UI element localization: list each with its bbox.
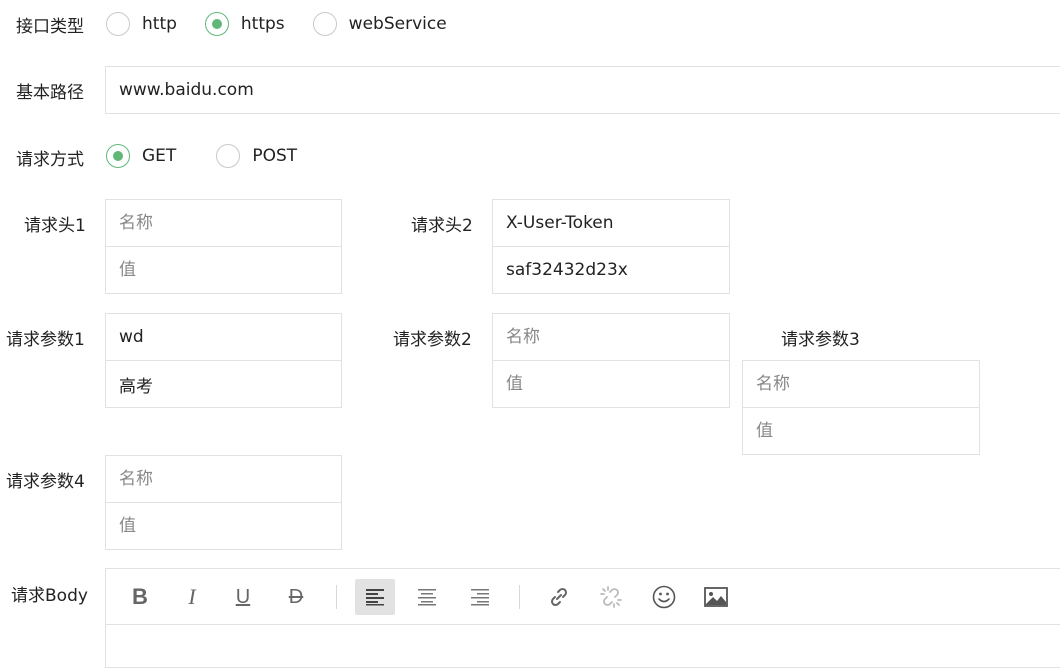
base-path-label: 基本路径 [16, 83, 84, 103]
radio-get[interactable]: GET [106, 144, 176, 168]
param2-name-input[interactable] [492, 313, 730, 361]
header2-name-input[interactable] [492, 199, 730, 247]
param4-name-input[interactable] [105, 455, 342, 503]
body-label: 请求Body [11, 586, 88, 606]
header1-name-input[interactable] [105, 199, 342, 247]
radio-label-webservice: webService [348, 14, 447, 34]
bold-icon[interactable]: B [120, 579, 160, 615]
radio-https[interactable]: https [204, 12, 285, 36]
radio-label-https: https [240, 14, 285, 34]
link-icon[interactable] [539, 579, 579, 615]
unlink-icon[interactable] [591, 579, 631, 615]
align-center-icon[interactable] [407, 579, 447, 615]
radio-circle[interactable] [312, 12, 337, 36]
header1-label: 请求头1 [24, 216, 86, 236]
interface-type-group: http https webService [106, 10, 475, 38]
param2-label: 请求参数2 [393, 330, 472, 350]
radio-post[interactable]: POST [216, 144, 297, 168]
radio-circle[interactable] [204, 12, 229, 36]
param3-name-input[interactable] [742, 360, 980, 408]
editor-content[interactable] [106, 625, 1060, 667]
underline-icon[interactable]: U [223, 579, 263, 615]
param1-label: 请求参数1 [6, 330, 85, 350]
param1-value-input[interactable] [105, 360, 342, 408]
radio-webservice[interactable]: webService [312, 12, 447, 36]
param3-value-input[interactable] [742, 407, 980, 455]
align-left-icon[interactable] [355, 579, 395, 615]
emoji-icon[interactable] [644, 579, 684, 615]
request-method-group: GET POST [106, 142, 325, 170]
italic-icon[interactable]: I [172, 579, 212, 615]
header2-label: 请求头2 [411, 216, 473, 236]
align-right-icon[interactable] [460, 579, 500, 615]
editor-toolbar: B I U D [106, 569, 1060, 625]
toolbar-divider [336, 585, 337, 609]
param4-label: 请求参数4 [6, 472, 85, 492]
radio-http[interactable]: http [106, 12, 177, 36]
toolbar-divider [519, 585, 520, 609]
image-icon[interactable] [696, 579, 736, 615]
radio-label-get: GET [142, 146, 177, 166]
param2-value-input[interactable] [492, 360, 730, 408]
param4-value-input[interactable] [105, 502, 342, 550]
header2-value-input[interactable] [492, 246, 730, 294]
radio-circle[interactable] [106, 144, 130, 168]
strikethrough-icon[interactable]: D [276, 579, 316, 615]
radio-label-post: POST [252, 146, 298, 166]
request-method-label: 请求方式 [16, 150, 84, 170]
header1-value-input[interactable] [105, 246, 342, 294]
param3-label: 请求参数3 [781, 330, 860, 350]
radio-circle[interactable] [216, 144, 241, 168]
base-path-input[interactable] [105, 66, 1060, 114]
radio-circle[interactable] [106, 12, 130, 36]
param1-name-input[interactable] [105, 313, 342, 361]
body-editor[interactable]: B I U D [105, 568, 1060, 668]
radio-label-http: http [142, 14, 177, 34]
interface-type-label: 接口类型 [16, 17, 84, 37]
